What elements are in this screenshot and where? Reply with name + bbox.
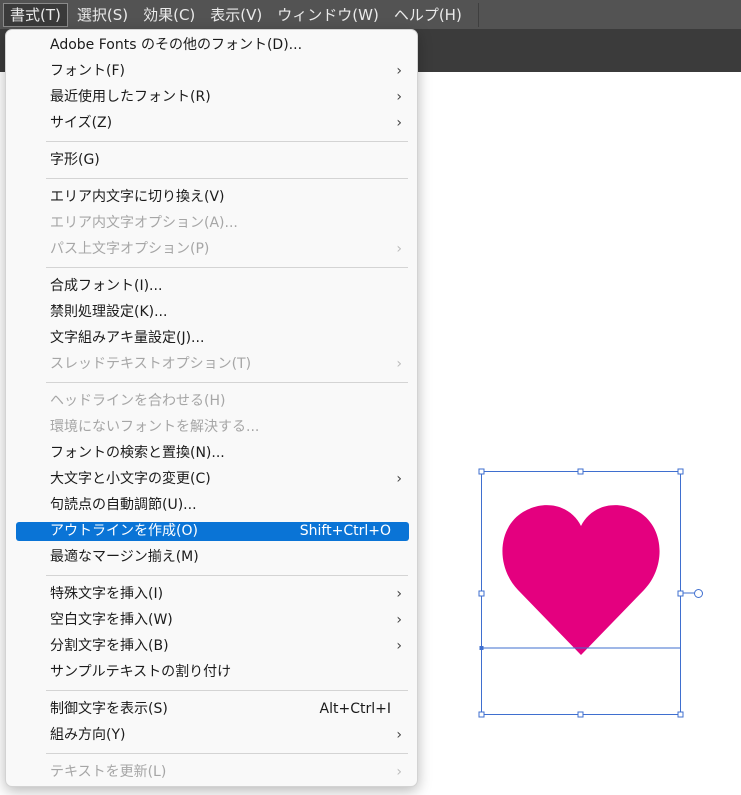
menu-item-label: 合成フォント(I)...: [50, 278, 163, 294]
menu-item-label: フォントの検索と置換(N)...: [50, 445, 225, 461]
chevron-right-icon: ›: [396, 63, 402, 79]
chevron-right-icon: ›: [396, 115, 402, 131]
menu-type[interactable]: 書式(T): [3, 2, 68, 27]
menu-item-mojikumi-settings[interactable]: 文字組みアキ量設定(J)...: [16, 329, 409, 348]
menu-item-show-hidden-characters[interactable]: 制御文字を表示(S) Alt+Ctrl+I: [16, 700, 409, 719]
menu-item-label: サイズ(Z): [50, 115, 113, 131]
menu-select[interactable]: 選択(S): [71, 3, 134, 27]
menu-item-update-legacy-text[interactable]: テキストを更新(L) ›: [16, 763, 409, 782]
menu-item-fit-headline[interactable]: ヘッドラインを合わせる(H): [16, 392, 409, 411]
menu-item-label: 禁則処理設定(K)...: [50, 304, 168, 320]
menu-item-glyphs[interactable]: 字形(G): [16, 151, 409, 170]
menu-item-area-type-options[interactable]: エリア内文字オプション(A)...: [16, 214, 409, 233]
menu-item-kinsoku-settings[interactable]: 禁則処理設定(K)...: [16, 303, 409, 322]
menu-item-label: Adobe Fonts のその他のフォント(D)...: [50, 37, 303, 53]
menu-item-label: 句読点の自動調節(U)...: [50, 497, 197, 513]
menu-help[interactable]: ヘルプ(H): [388, 3, 468, 27]
menu-item-recent-fonts[interactable]: 最近使用したフォント(R) ›: [16, 88, 409, 107]
menu-bar: 書式(T) 選択(S) 効果(C) 表示(V) ウィンドウ(W) ヘルプ(H): [0, 0, 741, 29]
menu-item-label: パス上文字オプション(P): [50, 241, 210, 257]
menu-item-label: スレッドテキストオプション(T): [50, 356, 252, 372]
menu-item-type-on-path-options[interactable]: パス上文字オプション(P) ›: [16, 240, 409, 259]
menu-item-smart-punctuation[interactable]: 句読点の自動調節(U)...: [16, 496, 409, 515]
menu-bar-divider: [477, 2, 479, 27]
menu-item-size[interactable]: サイズ(Z) ›: [16, 114, 409, 133]
menu-item-label: サンプルテキストの割り付け: [50, 664, 232, 680]
chevron-right-icon: ›: [396, 727, 402, 743]
chevron-right-icon: ›: [396, 612, 402, 628]
menu-item-insert-special-character[interactable]: 特殊文字を挿入(I) ›: [16, 585, 409, 604]
menu-item-label: 字形(G): [50, 152, 100, 168]
menu-item-label: 最近使用したフォント(R): [50, 89, 211, 105]
heart-artwork[interactable]: [478, 468, 706, 718]
menu-separator: [46, 690, 408, 691]
heart-icon[interactable]: [502, 505, 660, 655]
chevron-right-icon: ›: [396, 764, 402, 780]
menu-item-label: 空白文字を挿入(W): [50, 612, 173, 628]
menu-item-type-orientation[interactable]: 組み方向(Y) ›: [16, 726, 409, 745]
menu-item-label: エリア内文字に切り換え(V): [50, 189, 225, 205]
chevron-right-icon: ›: [396, 241, 402, 257]
menu-item-composite-fonts[interactable]: 合成フォント(I)...: [16, 277, 409, 296]
menu-separator: [46, 178, 408, 179]
menu-item-create-outlines[interactable]: アウトラインを作成(O) Shift+Ctrl+O: [16, 522, 409, 541]
menu-item-insert-whitespace[interactable]: 空白文字を挿入(W) ›: [16, 611, 409, 630]
menu-item-label: テキストを更新(L): [50, 764, 167, 780]
menu-item-label: アウトラインを作成(O): [50, 523, 198, 539]
type-menu-dropdown: Adobe Fonts のその他のフォント(D)... フォント(F) › 最近…: [5, 29, 418, 787]
menu-item-label: 特殊文字を挿入(I): [50, 586, 164, 602]
menu-item-find-replace-font[interactable]: フォントの検索と置換(N)...: [16, 444, 409, 463]
menu-item-label: 文字組みアキ量設定(J)...: [50, 330, 205, 346]
menu-item-adobe-fonts[interactable]: Adobe Fonts のその他のフォント(D)...: [16, 36, 409, 55]
menu-view[interactable]: 表示(V): [204, 3, 268, 27]
menu-separator: [46, 267, 408, 268]
chevron-right-icon: ›: [396, 356, 402, 372]
menu-item-label: 制御文字を表示(S): [50, 701, 168, 717]
chevron-right-icon: ›: [396, 638, 402, 654]
menu-item-area-type-toggle[interactable]: エリア内文字に切り換え(V): [16, 188, 409, 207]
menu-item-threaded-text-options[interactable]: スレッドテキストオプション(T) ›: [16, 355, 409, 374]
menu-item-label: 大文字と小文字の変更(C): [50, 471, 211, 487]
menu-item-resolve-missing-fonts[interactable]: 環境にないフォントを解決する...: [16, 418, 409, 437]
menu-item-label: フォント(F): [50, 63, 125, 79]
menu-window[interactable]: ウィンドウ(W): [271, 3, 385, 27]
chevron-right-icon: ›: [396, 471, 402, 487]
menu-item-font[interactable]: フォント(F) ›: [16, 62, 409, 81]
menu-separator: [46, 382, 408, 383]
menu-item-label: エリア内文字オプション(A)...: [50, 215, 238, 231]
menu-item-insert-break[interactable]: 分割文字を挿入(B) ›: [16, 637, 409, 656]
menu-item-label: 分割文字を挿入(B): [50, 638, 169, 654]
menu-item-label: 組み方向(Y): [50, 727, 126, 743]
anchor-point[interactable]: [479, 646, 484, 650]
menu-separator: [46, 575, 408, 576]
menu-effect[interactable]: 効果(C): [137, 3, 201, 27]
menu-item-shortcut: Alt+Ctrl+I: [319, 701, 391, 717]
chevron-right-icon: ›: [396, 586, 402, 602]
menu-item-fill-placeholder-text[interactable]: サンプルテキストの割り付け: [16, 663, 409, 682]
menu-separator: [46, 141, 408, 142]
chevron-right-icon: ›: [396, 89, 402, 105]
menu-item-label: 最適なマージン揃え(M): [50, 549, 199, 565]
menu-item-label: 環境にないフォントを解決する...: [50, 419, 260, 435]
menu-item-change-case[interactable]: 大文字と小文字の変更(C) ›: [16, 470, 409, 489]
menu-separator: [46, 753, 408, 754]
menu-item-label: ヘッドラインを合わせる(H): [50, 393, 226, 409]
menu-item-shortcut: Shift+Ctrl+O: [299, 523, 391, 539]
menu-item-optical-margin-alignment[interactable]: 最適なマージン揃え(M): [16, 548, 409, 567]
